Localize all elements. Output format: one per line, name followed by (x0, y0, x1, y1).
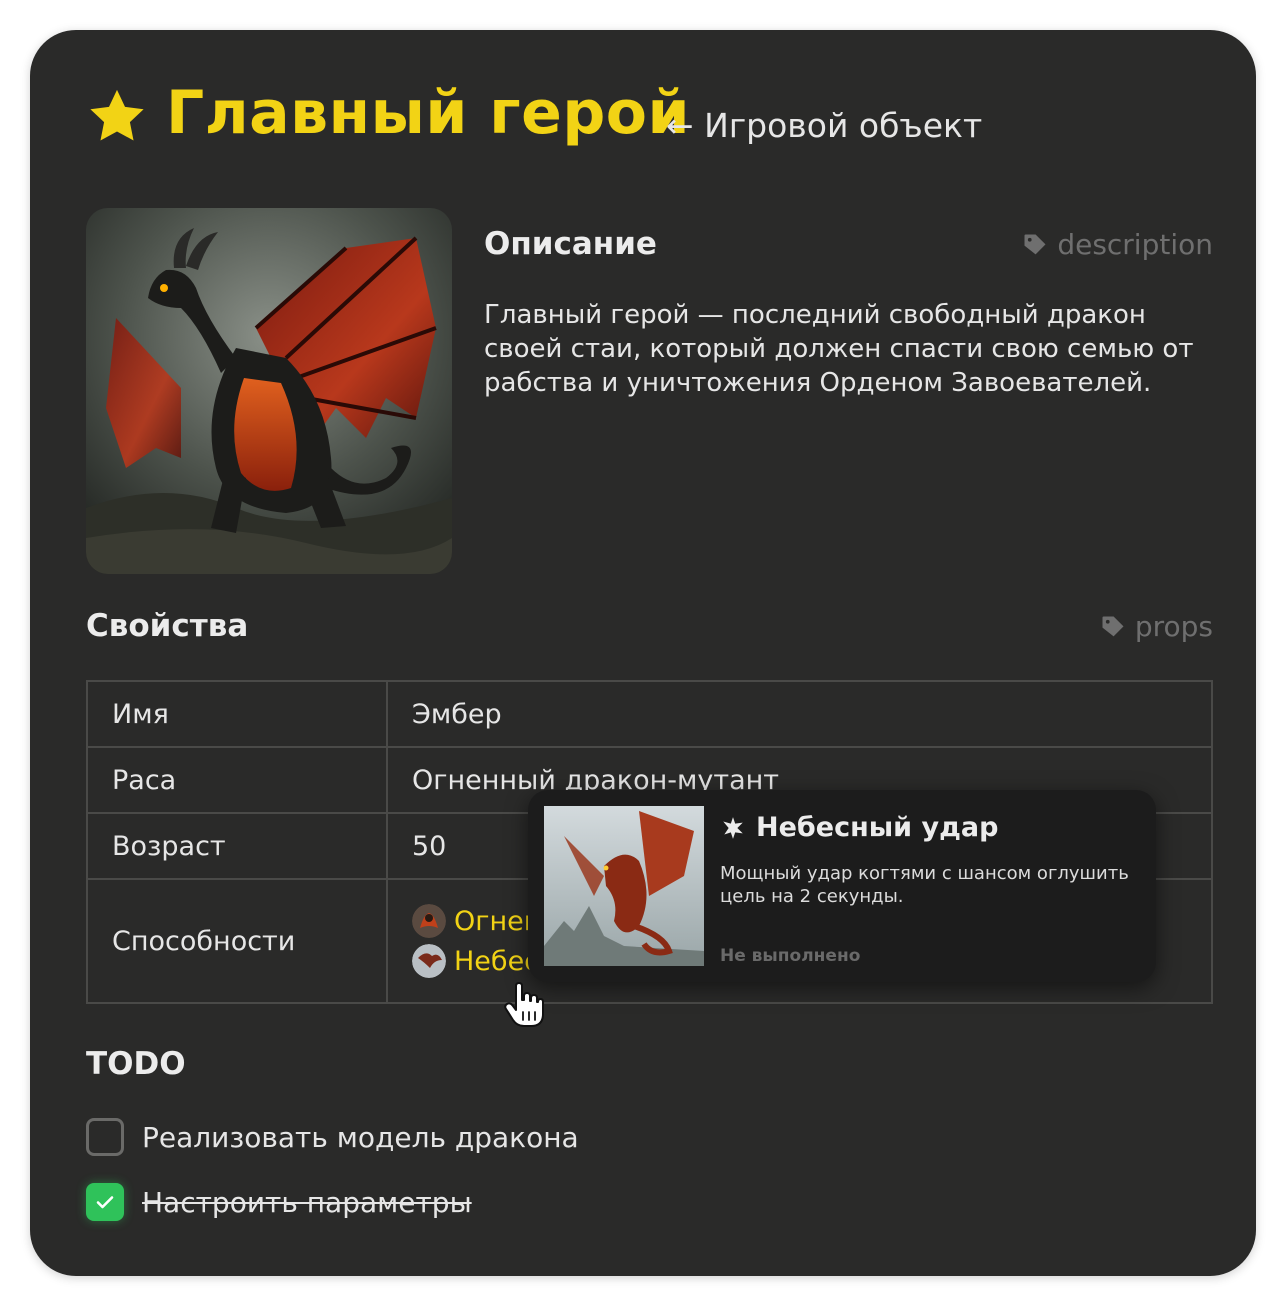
prop-key-name: Имя (86, 680, 388, 748)
description-heading: Описание (484, 226, 657, 262)
tooltip-title: Небесный удар (756, 812, 999, 843)
tooltip-title-row: Небесный удар (720, 812, 998, 843)
table-row: Имя Эмбер (86, 680, 1213, 748)
tag-icon (1024, 234, 1046, 254)
tooltip-status: Не выполнено (720, 946, 861, 966)
description-text: Главный герой — последний свободный драк… (484, 300, 1194, 398)
todo-label: Настроить параметры (142, 1185, 472, 1219)
ability-tooltip: Небесный удар Мощный удар когтями с шанс… (528, 790, 1156, 982)
prop-key-race: Раса (86, 746, 388, 814)
prop-key-age: Возраст (86, 812, 388, 880)
ability-image (544, 806, 704, 966)
parent-object-link[interactable]: ← Игровой объект (666, 106, 982, 145)
tooltip-description: Мощный удар когтями с шансом оглушить це… (720, 863, 1129, 907)
props-tag[interactable]: props (1099, 610, 1213, 643)
description-tag-label: description (1057, 228, 1213, 261)
check-icon (96, 1196, 114, 1209)
star-icon[interactable] (86, 86, 148, 148)
todo-label: Реализовать модель дракона (142, 1120, 579, 1154)
object-card: Главный герой ← Игровой объект Описание … (30, 30, 1256, 1276)
todo-item: Реализовать модель дракона (86, 1118, 579, 1156)
prop-value-name[interactable]: Эмбер (386, 680, 1213, 748)
sparkle-icon (723, 816, 743, 839)
hand-cursor-icon (504, 982, 544, 1027)
props-tag-label: props (1134, 610, 1213, 643)
props-heading: Свойства (86, 608, 249, 644)
todo-item: Настроить параметры (86, 1183, 472, 1221)
todo-checkbox[interactable] (86, 1118, 124, 1156)
prop-key-abilities: Способности (86, 878, 388, 1004)
hero-dragon-image (86, 208, 452, 574)
ability-avatar (412, 944, 446, 978)
description-tag[interactable]: description (1021, 228, 1213, 261)
todo-heading: TODO (86, 1046, 186, 1082)
ability-avatar (412, 904, 446, 938)
todo-checkbox-checked[interactable] (86, 1183, 124, 1221)
page-title: Главный герой (166, 78, 691, 148)
tag-icon (1102, 616, 1124, 636)
